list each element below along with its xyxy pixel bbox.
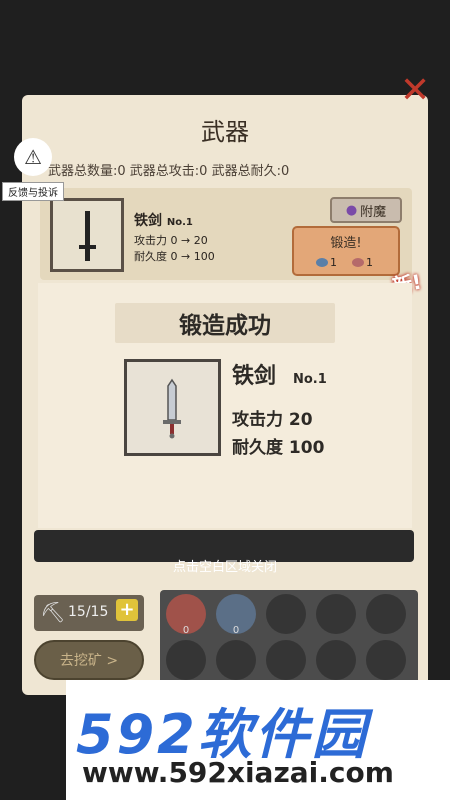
add-pickaxe-button[interactable]: + [116,599,138,621]
feedback-label: 反馈与投诉 [2,182,64,201]
attack-value: 攻击力 20 [232,410,313,430]
watermark-url: www.592xiazai.com [82,756,394,789]
durability-upgrade: 耐久度 0 → 100 [134,250,215,263]
forge-label: 锻造! [330,236,362,251]
pickaxe-count: 15/15 [68,604,109,620]
locked-ore-slot[interactable] [316,640,356,680]
enchant-label: 附魔 [360,204,387,220]
weapon-stats: 武器总数量:0 武器总攻击:0 武器总耐久:0 [48,164,290,179]
ore-inventory: 0 0 [160,590,418,690]
item-icon-frame [124,359,221,456]
forge-button[interactable]: 锻造! 1 1 [292,226,400,276]
mine-button-label: 去挖矿 > [59,653,119,669]
item-name: 铁剑 [232,364,277,389]
enchant-icon: ● [345,202,358,218]
locked-ore-slot[interactable] [366,640,406,680]
durability-value: 耐久度 100 [232,438,325,458]
panel-title: 武器 [201,118,249,146]
sword-icon [163,378,181,439]
ore-slot[interactable]: 0 [166,594,206,636]
item-number: No.1 [293,372,327,387]
attack-upgrade: 攻击力 0 → 20 [134,234,208,247]
ore-slot[interactable]: 0 [216,594,256,636]
sword-icon [79,211,96,261]
locked-ore-slot[interactable] [216,640,256,680]
warning-icon: ⚠ [14,138,52,176]
weapon-name: 铁剑 No.1 [134,213,193,229]
close-hint[interactable]: 点击空白区域关闭 [0,556,450,575]
ore-cost-red: 1 [352,256,373,269]
ore-icon [316,258,328,267]
weapon-thumbnail[interactable] [50,198,124,272]
ore-icon [352,258,364,267]
locked-ore-slot[interactable] [266,640,306,680]
feedback-button[interactable]: ⚠ 反馈与投诉 [2,138,64,201]
ore-cost-blue: 1 [316,256,337,269]
locked-ore-slot[interactable] [316,594,356,634]
enchant-button[interactable]: ● 附魔 [330,197,402,223]
close-icon[interactable]: ✕ [400,70,430,111]
locked-ore-slot[interactable] [366,594,406,634]
locked-ore-slot[interactable] [266,594,306,634]
popup-title: 锻造成功 [179,313,271,339]
pickaxe-icon: ⛏ [40,600,66,624]
locked-ore-slot[interactable] [166,640,206,680]
